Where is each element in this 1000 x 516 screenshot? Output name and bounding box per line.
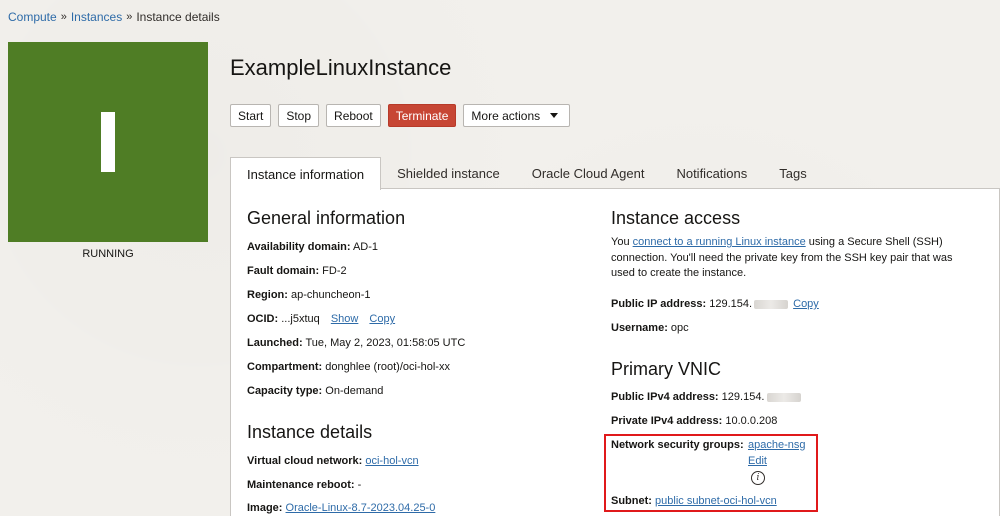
fault-domain-label: Fault domain: [247,265,320,277]
redacted-ipv4 [766,392,801,402]
tab-bar: Instance information Shielded instance O… [230,157,1000,190]
access-text-before: You [611,236,633,248]
maintenance-reboot-row: Maintenance reboot: - [247,479,361,491]
private-ipv4-row: Private IPv4 address: 10.0.0.208 [611,415,777,427]
tab-instance-information[interactable]: Instance information [230,157,382,190]
primary-vnic-heading: Primary VNIC [611,359,722,379]
compartment-label: Compartment: [247,361,323,373]
breadcrumb-compute[interactable]: Compute [8,10,57,24]
instance-details-heading: Instance details [247,422,373,442]
availability-domain-value: AD-1 [352,241,379,253]
general-information-heading: General information [247,208,406,228]
availability-domain-label: Availability domain: [247,241,351,253]
launched-value: Tue, May 2, 2023, 01:58:05 UTC [305,337,466,349]
public-ip-value: 129.154. [709,298,753,310]
public-ip-label: Public IP address: [611,298,707,310]
private-ipv4-label: Private IPv4 address: [611,415,723,427]
region-label: Region: [247,289,288,301]
image-label: Image: [247,502,283,514]
capacity-type-value: On-demand [325,385,384,397]
tab-notifications[interactable]: Notifications [660,157,763,189]
redacted-ip [754,299,789,309]
maintenance-reboot-label: Maintenance reboot: [247,479,355,491]
public-ipv4-value: 129.154. [721,391,765,403]
breadcrumb: Compute » Instances » Instance details [8,10,220,24]
reboot-button[interactable]: Reboot [326,104,381,127]
tab-tags[interactable]: Tags [763,157,822,189]
tab-oracle-cloud-agent[interactable]: Oracle Cloud Agent [516,157,661,189]
ocid-value: ...j5xtuq [281,313,320,325]
username-value: opc [670,322,689,334]
instance-access-heading: Instance access [611,208,741,228]
highlight-annotation-box [604,434,818,512]
connect-instance-link[interactable]: connect to a running Linux instance [633,236,806,248]
maintenance-reboot-value: - [357,479,362,491]
breadcrumb-instances[interactable]: Instances [71,10,122,24]
launched-label: Launched: [247,337,303,349]
breadcrumb-separator: » [126,11,133,23]
breadcrumb-separator: » [60,11,67,23]
tab-shielded-instance[interactable]: Shielded instance [381,157,516,189]
image-row: Image: Oracle-Linux-8.7-2023.04.25-0 [247,502,435,514]
terminate-button[interactable]: Terminate [387,104,457,127]
page-title: ExampleLinuxInstance [230,55,452,80]
public-ipv4-label: Public IPv4 address: [611,391,719,403]
compartment-value: donghlee (root)/oci-hol-xx [325,361,450,373]
region-value: ap-chuncheon-1 [291,289,371,301]
capacity-type-row: Capacity type: On-demand [247,385,383,397]
instance-letter-icon [101,112,115,172]
breadcrumb-current: Instance details [136,10,220,24]
availability-domain-row: Availability domain: AD-1 [247,241,378,253]
image-link[interactable]: Oracle-Linux-8.7-2023.04.25-0 [286,502,436,514]
stop-button[interactable]: Stop [278,104,320,127]
public-ip-row: Public IP address: 129.154. Copy [611,298,819,310]
capacity-type-label: Capacity type: [247,385,323,397]
action-toolbar: Start Stop Reboot Terminate More actions [230,104,571,127]
username-row: Username: opc [611,322,689,334]
private-ipv4-value: 10.0.0.208 [725,415,778,427]
ocid-show-link[interactable]: Show [331,313,359,325]
compartment-row: Compartment: donghlee (root)/oci-hol-xx [247,361,450,373]
instance-access-description: You connect to a running Linux instance … [611,235,971,282]
public-ip-copy-link[interactable]: Copy [793,298,819,310]
vcn-link[interactable]: oci-hol-vcn [365,455,418,467]
ocid-copy-link[interactable]: Copy [369,313,395,325]
instance-state: RUNNING [82,248,134,260]
chevron-down-icon [550,113,559,118]
fault-domain-row: Fault domain: FD-2 [247,265,347,277]
ocid-row: OCID: ...j5xtuq Show Copy [247,313,395,325]
more-actions-label: More actions [471,108,541,123]
more-actions-button[interactable]: More actions [463,104,571,127]
region-row: Region: ap-chuncheon-1 [247,289,371,301]
instance-status-tile [8,42,208,242]
ocid-label: OCID: [247,313,279,325]
start-button[interactable]: Start [230,104,272,127]
fault-domain-value: FD-2 [322,265,347,277]
launched-row: Launched: Tue, May 2, 2023, 01:58:05 UTC [247,337,465,349]
public-ipv4-row: Public IPv4 address: 129.154. [611,391,803,403]
vcn-label: Virtual cloud network: [247,455,363,467]
vcn-row: Virtual cloud network: oci-hol-vcn [247,455,419,467]
username-label: Username: [611,322,668,334]
